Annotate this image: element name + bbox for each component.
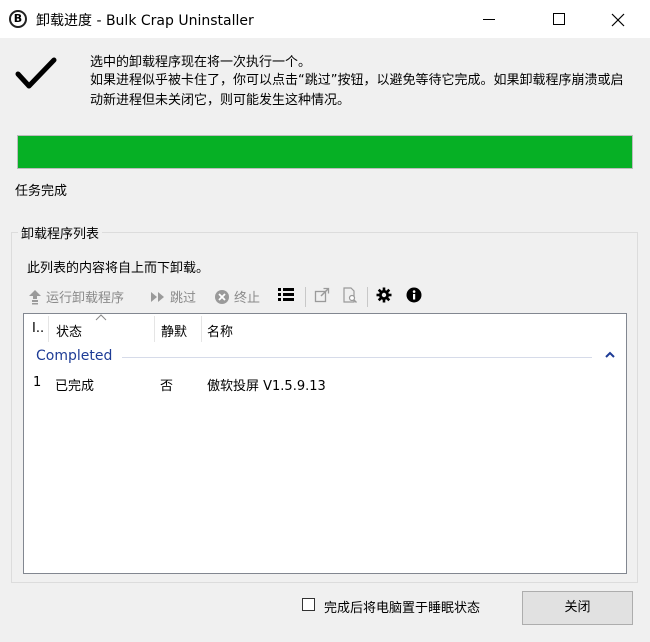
maximize-button[interactable] [536, 0, 582, 38]
close-window-button[interactable] [596, 0, 642, 38]
fast-forward-icon [151, 291, 164, 302]
group-header-completed[interactable]: Completed [36, 348, 112, 364]
sort-ascending-icon [95, 314, 107, 321]
list-icon [278, 288, 294, 301]
row-index: 1 [33, 375, 42, 390]
sleep-checkbox-label[interactable]: 完成后将电脑置于睡眠状态 [324, 597, 480, 616]
progress-bar [17, 135, 633, 169]
window-title: 卸载进度 - Bulk Crap Uninstaller [36, 13, 254, 29]
list-header: I.. 状态 静默 名称 [24, 314, 626, 344]
app-logo-icon: B [9, 10, 27, 28]
close-icon [611, 13, 625, 27]
info-icon [406, 287, 422, 303]
terminate-label: 终止 [234, 291, 261, 306]
stop-circle-icon [215, 289, 229, 304]
uninstaller-list-group-title: 卸载程序列表 [18, 223, 103, 242]
info-message-line2: 如果进程似乎被卡住了，你可以点击“跳过”按钮，以避免等待它完成。如果卸载程序崩溃… [90, 73, 624, 108]
title-bar: B 卸载进度 - Bulk Crap Uninstaller [0, 0, 650, 38]
group-divider-line [122, 357, 592, 358]
row-name: 傲软投屏 V1.5.9.13 [207, 379, 326, 394]
file-search-icon [343, 287, 357, 303]
gear-icon [376, 287, 392, 303]
column-header-quiet[interactable]: 静默 [161, 321, 187, 340]
terminate-button[interactable]: 终止 [214, 287, 260, 306]
uninstaller-list-description: 此列表的内容将自上而下卸载。 [27, 261, 210, 276]
uninstaller-list[interactable]: I.. 状态 静默 名称 Completed 1 已完成 否 傲软投屏 V1.5… [23, 313, 627, 574]
run-uninstaller-button[interactable]: 运行卸载程序 [28, 287, 124, 306]
sleep-checkbox[interactable] [302, 598, 315, 611]
chevron-up-icon[interactable] [604, 350, 616, 360]
info-button[interactable] [406, 287, 422, 303]
file-search-button[interactable] [342, 287, 358, 303]
list-view-button[interactable] [278, 287, 294, 301]
external-link-icon [314, 287, 330, 303]
checkmark-icon [15, 57, 57, 89]
skip-button[interactable]: 跳过 [150, 287, 196, 306]
column-header-status[interactable]: 状态 [56, 321, 82, 340]
row-quiet: 否 [160, 379, 174, 394]
run-icon [29, 289, 41, 304]
column-header-name[interactable]: 名称 [207, 321, 233, 340]
column-separator[interactable] [201, 316, 202, 342]
progress-fill [18, 136, 632, 168]
info-message-line1: 选中的卸载程序现在将一次执行一个。 [90, 55, 312, 70]
column-separator[interactable] [48, 316, 49, 342]
minimize-button[interactable] [466, 0, 512, 38]
toolbar-separator [367, 287, 368, 307]
close-button[interactable]: 关闭 [522, 591, 633, 625]
column-separator[interactable] [154, 316, 155, 342]
row-status: 已完成 [55, 379, 95, 394]
run-uninstaller-label: 运行卸载程序 [46, 291, 125, 306]
toolbar-separator [305, 287, 306, 307]
table-row[interactable]: 1 已完成 否 傲软投屏 V1.5.9.13 [24, 374, 626, 394]
progress-status-text: 任务完成 [15, 184, 68, 199]
open-external-button[interactable] [314, 287, 330, 303]
skip-label: 跳过 [170, 291, 197, 306]
column-header-index[interactable]: I.. [32, 321, 44, 336]
settings-button[interactable] [376, 287, 392, 303]
toolbar: 运行卸载程序 跳过 终止 [24, 285, 626, 309]
